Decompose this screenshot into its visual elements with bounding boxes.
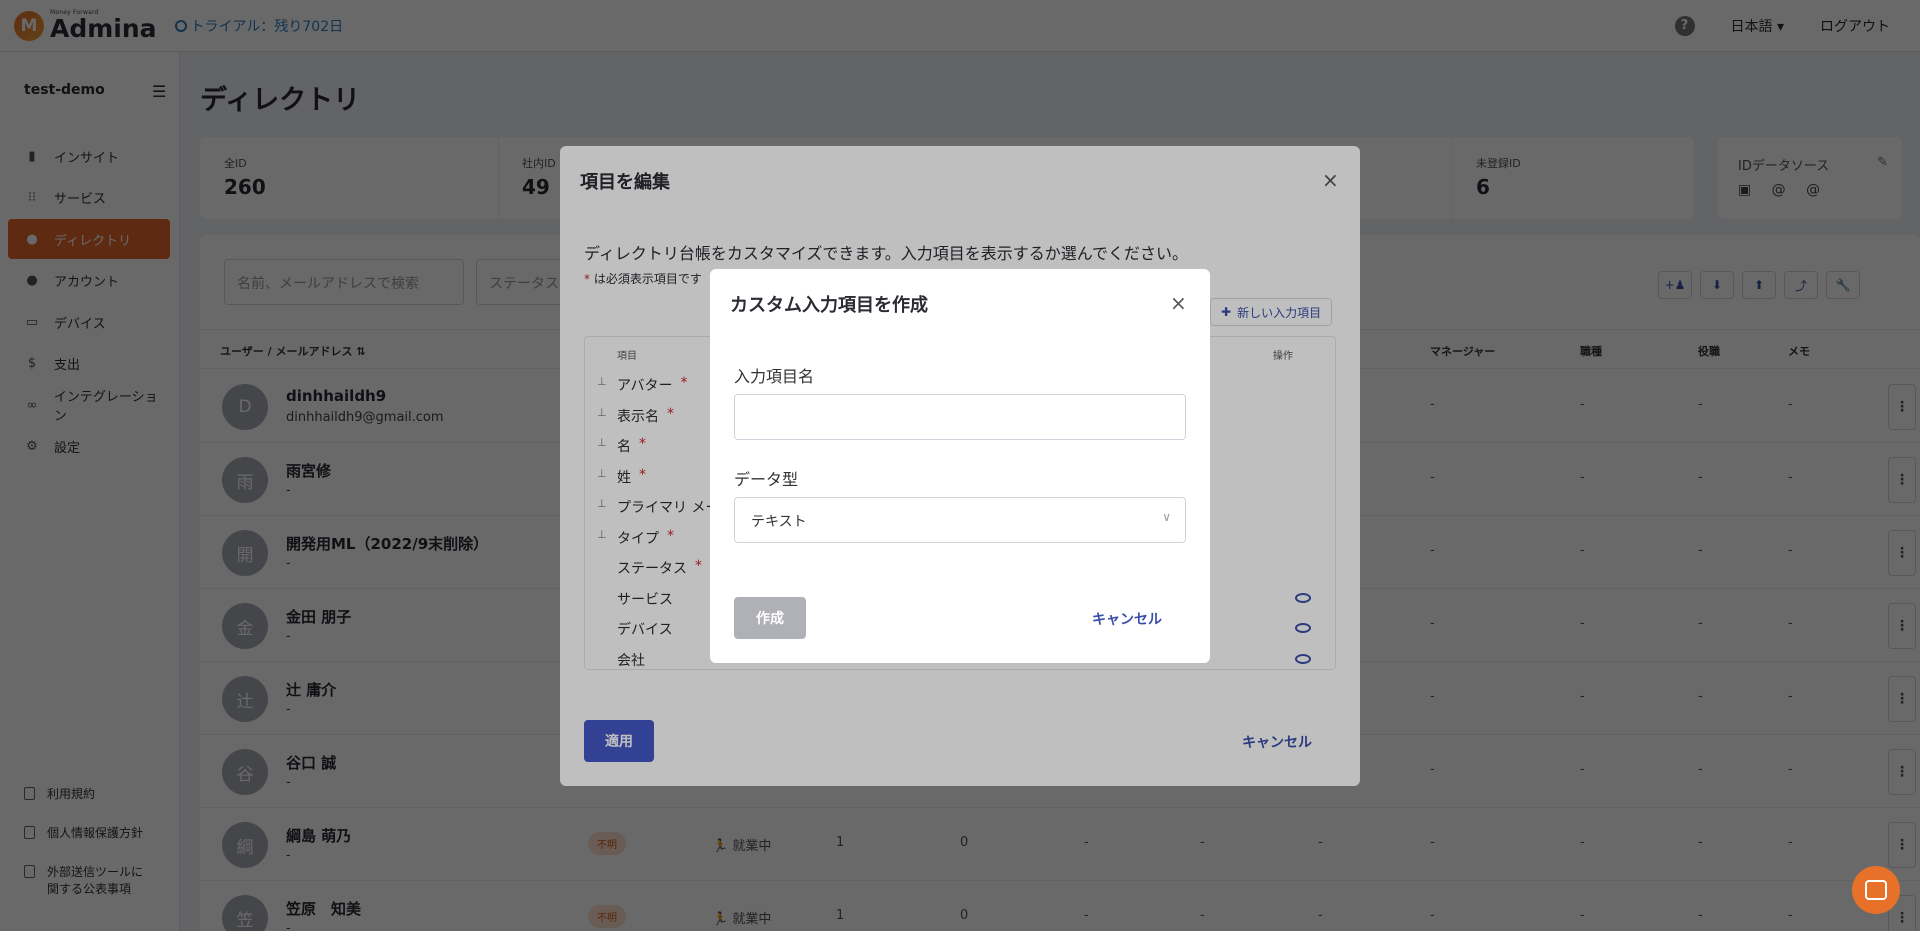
create-field-modal: カスタム入力項目を作成 × 入力項目名 データ型 テキスト ∨ 作成 キャンセル: [710, 269, 1210, 663]
data-type-label: データ型: [734, 470, 799, 489]
chevron-down-icon: ∨: [1162, 510, 1171, 524]
create-modal-title: カスタム入力項目を作成: [730, 295, 928, 316]
chat-button[interactable]: [1852, 866, 1900, 914]
field-name-label: 入力項目名: [734, 367, 815, 386]
field-name-input[interactable]: [734, 394, 1186, 440]
close-icon[interactable]: ×: [1170, 291, 1187, 315]
chat-icon: [1865, 880, 1887, 900]
create-button[interactable]: 作成: [734, 597, 806, 639]
create-cancel-button[interactable]: キャンセル: [1092, 609, 1162, 629]
data-type-select[interactable]: テキスト ∨: [734, 497, 1186, 543]
